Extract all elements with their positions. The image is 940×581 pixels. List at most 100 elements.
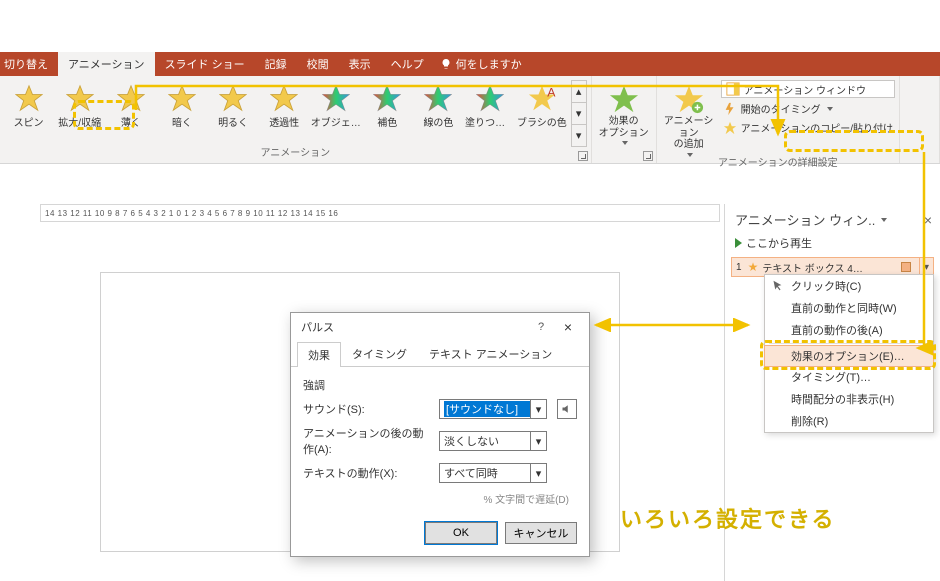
dialog-section-label: 強調 (303, 377, 577, 393)
animation-gallery-item[interactable]: スピン (4, 80, 53, 129)
tab-review[interactable]: 校閲 (297, 52, 339, 76)
star-icon (66, 84, 94, 112)
tab-help[interactable]: ヘルプ (381, 52, 434, 76)
effect-options-button[interactable]: 効果の オプション (596, 80, 652, 145)
gallery-item-label: 薄く (121, 114, 141, 129)
close-pane-button[interactable]: × (924, 212, 932, 228)
animation-entry-number: 1 (736, 262, 742, 273)
gallery-more-button[interactable]: ▾ (572, 125, 586, 146)
menu-timing[interactable]: タイミング(T)… (765, 366, 933, 388)
speaker-icon (561, 403, 573, 415)
gallery-item-label: 補色 (377, 114, 397, 129)
dialog-help-button[interactable]: ? (529, 321, 553, 333)
star-icon (476, 84, 504, 112)
gallery-item-label: 暗く (172, 114, 192, 129)
animation-entry-label: テキスト ボックス 4… (762, 260, 863, 275)
gallery-item-label: 線の色 (423, 114, 453, 129)
menu-start-after-previous[interactable]: 直前の動作の後(A) (765, 319, 933, 341)
trigger-label: 開始のタイミング (741, 101, 821, 116)
group-label-animation: アニメーション (261, 148, 331, 159)
animation-gallery-item[interactable]: 暗く (157, 80, 206, 129)
star-icon (322, 84, 350, 112)
menu-start-with-previous[interactable]: 直前の動作と同時(W) (765, 297, 933, 319)
brush-star-icon: A (528, 84, 556, 112)
animation-pane-button[interactable]: アニメーション ウィンドウ (721, 80, 895, 98)
menu-effect-options[interactable]: 効果のオプション(E)… (764, 345, 934, 367)
dialog-tab-text-animation[interactable]: テキスト アニメーション (418, 341, 563, 366)
animation-gallery-item[interactable]: 拡大/収縮 (55, 80, 104, 129)
animation-gallery-item[interactable]: 補色 (363, 80, 412, 129)
effect-options-icon (609, 84, 639, 114)
dialog-tab-timing[interactable]: タイミング (341, 341, 418, 366)
play-icon (735, 238, 742, 248)
animation-gallery-item[interactable]: オブジェクト… (311, 80, 361, 129)
dialog-close-button[interactable]: × (553, 319, 583, 335)
animation-painter-button[interactable]: アニメーションのコピー/貼り付け (721, 119, 895, 136)
horizontal-ruler: 14 13 12 11 10 9 8 7 6 5 4 3 2 1 0 1 2 3… (40, 204, 720, 222)
star-icon (424, 84, 452, 112)
animation-gallery-item[interactable]: 透過性 (260, 80, 309, 129)
tell-me-label: 何をしますか (456, 56, 522, 72)
tab-record[interactable]: 記録 (255, 52, 297, 76)
add-animation-icon (674, 84, 704, 114)
after-animation-combobox[interactable]: 淡くしない ▾ (439, 431, 547, 451)
trigger-button[interactable]: 開始のタイミング (721, 100, 895, 117)
animate-text-combobox[interactable]: すべて同時 ▾ (439, 463, 547, 483)
animation-gallery-item[interactable]: 薄く (106, 80, 155, 129)
cancel-button[interactable]: キャンセル (505, 522, 577, 544)
dialog-tab-effect[interactable]: 効果 (297, 342, 341, 367)
animation-gallery-item[interactable]: 線の色 (414, 80, 463, 129)
gallery-item-label: ブラシの色 (517, 114, 567, 129)
animation-gallery-item[interactable]: 塗りつぶしの色 (465, 80, 515, 129)
svg-text:A: A (547, 85, 556, 99)
star-icon (373, 84, 401, 112)
play-from-here-button[interactable]: ここから再生 (725, 233, 940, 257)
sound-combobox[interactable]: [サウンドなし] ▾ (439, 399, 547, 419)
gallery-item-label: 塗りつぶしの色 (465, 114, 515, 129)
menu-remove[interactable]: 削除(R) (765, 410, 933, 432)
animation-gallery-item[interactable]: A ブラシの色 (517, 80, 567, 129)
menu-start-on-click[interactable]: クリック時(C) (765, 275, 933, 297)
after-animation-label: アニメーションの後の動作(A): (303, 425, 433, 457)
group-label-advanced: アニメーションの詳細設定 (657, 157, 899, 171)
animation-dialog-launcher-icon[interactable] (578, 151, 588, 161)
effect-options-dialog: パルス ? × 効果 タイミング テキスト アニメーション 強調 サウンド(S)… (290, 312, 590, 557)
tab-animations[interactable]: アニメーション (58, 52, 155, 76)
delay-between-letters-label: % 文字間で遅延(D) (303, 489, 577, 506)
tab-transitions[interactable]: 切り替え (0, 52, 58, 76)
gallery-item-label: 透過性 (269, 114, 299, 129)
effect-options-dialog-launcher-icon[interactable] (643, 151, 653, 161)
chevron-down-icon (827, 107, 833, 111)
sound-value: [サウンドなし] (444, 401, 530, 417)
ok-button[interactable]: OK (425, 522, 497, 544)
tell-me-search[interactable]: 何をしますか (440, 52, 522, 76)
trigger-icon (723, 102, 737, 116)
menu-hide-timeline[interactable]: 時間配分の非表示(H) (765, 388, 933, 410)
star-icon (270, 84, 298, 112)
star-icon (117, 84, 145, 112)
animation-painter-label: アニメーションのコピー/貼り付け (741, 120, 893, 135)
gallery-scroll-up[interactable]: ▴ (572, 81, 586, 103)
add-animation-button[interactable]: アニメーション の追加 (661, 80, 717, 157)
tab-slideshow[interactable]: スライド ショー (155, 52, 255, 76)
animation-gallery-item[interactable]: 明るく (209, 80, 258, 129)
gallery-item-label: 明るく (218, 114, 248, 129)
animation-pane-label: アニメーション ウィンドウ (744, 82, 866, 97)
star-icon (168, 84, 196, 112)
timeline-bar-icon (901, 262, 911, 272)
sound-volume-button[interactable] (557, 399, 577, 419)
animation-pane-icon (726, 82, 740, 96)
dialog-title: パルス (301, 319, 334, 335)
animation-pane-title: アニメーション ウィン.. (735, 210, 875, 229)
star-icon: ★ (748, 260, 759, 274)
gallery-scroll-down[interactable]: ▾ (572, 103, 586, 125)
animate-text-value: すべて同時 (444, 465, 530, 481)
star-icon (15, 84, 43, 112)
tab-view[interactable]: 表示 (339, 52, 381, 76)
chevron-down-icon: ▾ (530, 400, 546, 418)
annotation-callout-text: いろいろ設定できる (620, 502, 836, 534)
chevron-down-icon[interactable] (881, 218, 887, 222)
animation-painter-icon (723, 121, 737, 135)
mouse-click-icon (769, 278, 785, 294)
gallery-item-label: 拡大/収縮 (58, 114, 101, 129)
